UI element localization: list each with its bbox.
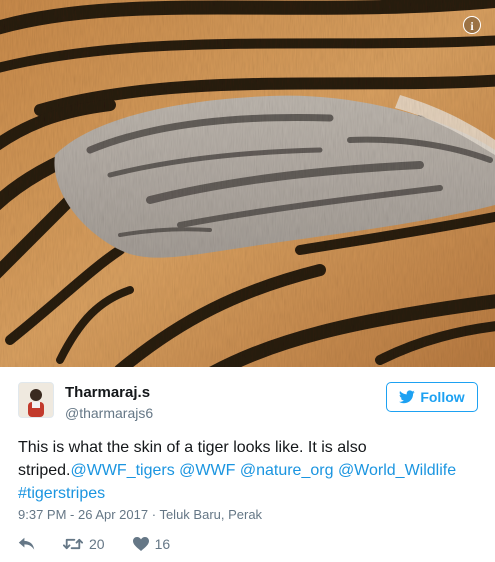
tweet-text: This is what the skin of a tiger looks l… — [18, 436, 483, 505]
reply-icon — [18, 537, 35, 550]
retweet-count: 20 — [89, 536, 105, 552]
mention-link[interactable]: @WWF — [179, 462, 235, 479]
reply-button[interactable] — [18, 537, 35, 551]
mention-link[interactable]: @nature_org — [240, 462, 334, 479]
user-display-name[interactable]: Tharmaraj.s — [65, 384, 150, 401]
mention-link[interactable]: @World_Wildlife — [338, 462, 456, 479]
tweet-card: i Tharmaraj.s @tharmarajs6 Follow This i… — [0, 0, 495, 562]
tiger-skin-image — [0, 0, 495, 367]
tweet-meta: 9:37 PM - 26 Apr 2017 · Teluk Baru, Pera… — [18, 507, 262, 522]
tweet-header: Tharmaraj.s @tharmarajs6 Follow — [18, 382, 478, 426]
tweet-timestamp[interactable]: 9:37 PM - 26 Apr 2017 — [18, 507, 148, 522]
avatar-image — [19, 383, 53, 417]
info-icon[interactable]: i — [463, 16, 481, 34]
twitter-bird-icon — [399, 390, 416, 404]
tweet-photo[interactable]: i — [0, 0, 495, 367]
like-button[interactable]: 16 — [132, 536, 171, 552]
tweet-actions: 20 16 — [18, 535, 170, 553]
avatar[interactable] — [18, 382, 54, 418]
user-handle[interactable]: @tharmarajs6 — [65, 405, 153, 421]
heart-icon — [132, 537, 149, 551]
like-count: 16 — [154, 536, 171, 552]
follow-button[interactable]: Follow — [386, 382, 478, 412]
follow-label: Follow — [420, 389, 465, 405]
retweet-button[interactable]: 20 — [63, 536, 105, 552]
tweet-location[interactable]: Teluk Baru, Perak — [159, 507, 262, 522]
hashtag-link[interactable]: #tigerstripes — [18, 485, 105, 502]
mention-link[interactable]: @WWF_tigers — [70, 462, 174, 479]
meta-separator: · — [151, 507, 157, 522]
retweet-icon — [63, 538, 83, 550]
